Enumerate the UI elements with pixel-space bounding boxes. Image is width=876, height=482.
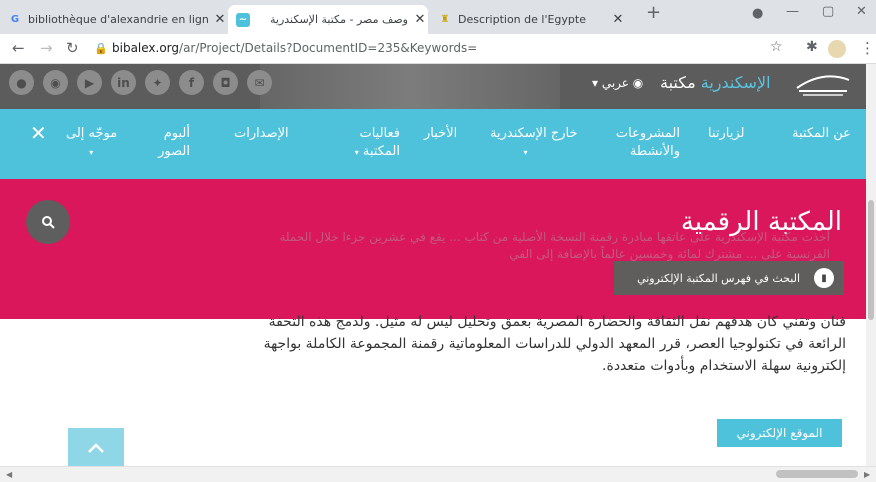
url-host: bibalex.org <box>112 41 180 55</box>
back-icon[interactable]: ← <box>12 39 25 57</box>
site-brand[interactable]: الإسكندرية مكتبة <box>660 73 771 92</box>
menu-kebab-icon[interactable]: ⋮ <box>860 39 875 57</box>
nav-item-photo-album[interactable]: ألبوم الصور <box>146 125 190 161</box>
nav-item-label: فعاليات المكتبة <box>359 126 400 159</box>
minimize-button[interactable]: — <box>786 4 799 19</box>
instagram-icon[interactable]: ◘ <box>213 70 238 95</box>
book-icon: ▮ <box>814 268 834 288</box>
close-icon[interactable]: ✕ <box>30 121 47 145</box>
archive-icon: ♜ <box>440 14 450 25</box>
google-icon: G <box>10 14 20 25</box>
scroll-to-top-button[interactable] <box>68 428 124 466</box>
nav-item-label: موجّه إلى <box>66 126 118 141</box>
vertical-scrollbar-thumb[interactable] <box>868 200 874 320</box>
catalog-search-label: البحث في فهرس المكتبة الإلكتروني <box>637 271 800 285</box>
bibalex-logo-icon[interactable] <box>793 70 853 100</box>
web-page: ● ◉ ▶ in ✦ f ◘ ✉ ▾ عربي ◉ الإسكندرية مكت… <box>0 64 866 466</box>
language-selector[interactable]: ▾ عربي ◉ <box>592 76 643 90</box>
chevron-down-icon: ▾ <box>354 148 359 157</box>
forward-icon[interactable]: → <box>40 39 53 57</box>
search-icon <box>42 216 55 229</box>
nav-item-outside[interactable]: خارج الإسكندرية ▾ <box>490 125 578 162</box>
extensions-icon[interactable]: ✱ <box>806 39 818 55</box>
page-title: المكتبة الرقمية <box>680 207 842 237</box>
browser-toolbar: ← → ↻ 🔒 bibalex.org/ar/Project/Details?D… <box>0 34 876 64</box>
main-nav: عن المكتبة لزيارتنا المشروعات والأنشطة خ… <box>0 109 866 179</box>
scroll-left-arrow-icon[interactable]: ◀ <box>6 470 12 479</box>
lock-icon: 🔒 <box>94 42 108 55</box>
twitter-icon[interactable]: ✦ <box>145 70 170 95</box>
horizontal-scrollbar-thumb[interactable] <box>776 470 858 478</box>
nav-item-about[interactable]: عن المكتبة <box>792 125 851 143</box>
catalog-search-button[interactable]: البحث في فهرس المكتبة الإلكتروني ▮ <box>614 261 844 295</box>
tab-title: وصف مصر - مكتبة الإسكندرية <box>270 13 408 26</box>
nav-item-news[interactable]: الأخبار <box>424 125 457 143</box>
facebook-icon[interactable]: f <box>179 70 204 95</box>
chevron-down-icon: ▾ <box>523 148 528 157</box>
tab-title: Description de l'Egypte <box>458 13 586 26</box>
description-paragraph: فنان وتقني كان هدفهم نقل الثقافة والحضار… <box>263 314 846 374</box>
close-icon[interactable]: ✕ <box>610 12 626 27</box>
nav-item-label: خارج الإسكندرية <box>490 126 578 141</box>
youtube-icon[interactable]: ▶ <box>77 70 102 95</box>
bookmark-star-icon[interactable]: ☆ <box>770 39 783 55</box>
brand-highlight: الإسكندرية <box>700 73 771 92</box>
chevron-up-icon <box>88 443 104 453</box>
nav-item-events[interactable]: فعاليات المكتبة ▾ <box>334 125 400 162</box>
url-path: /ar/Project/Details?DocumentID=235&Keywo… <box>179 41 478 55</box>
tab-google[interactable]: G bibliothèque d'alexandrie en ligne ✕ <box>0 5 228 34</box>
horizontal-scrollbar[interactable] <box>0 466 876 482</box>
reload-icon[interactable]: ↻ <box>66 39 79 57</box>
linkedin-icon[interactable]: in <box>111 70 136 95</box>
bibalex-icon: ~ <box>236 12 250 27</box>
window-close-button[interactable]: ✕ <box>856 4 867 19</box>
language-label: عربي <box>601 76 629 90</box>
account-icon[interactable]: ● <box>752 6 763 21</box>
close-icon[interactable]: ✕ <box>212 12 228 27</box>
maximize-button[interactable]: ▢ <box>822 4 834 19</box>
tab-bibalex[interactable]: ~ وصف مصر - مكتبة الإسكندرية ✕ <box>228 5 428 34</box>
brand-prefix: مكتبة <box>660 73 696 92</box>
instagram-pin-icon[interactable]: ● <box>9 70 34 95</box>
new-tab-button[interactable]: + <box>646 2 661 23</box>
site-topbar: ● ◉ ▶ in ✦ f ◘ ✉ ▾ عربي ◉ الإسكندرية مكت… <box>0 64 866 109</box>
browser-window: G bibliothèque d'alexandrie en ligne ✕ ~… <box>0 0 876 482</box>
email-icon[interactable]: ✉ <box>247 70 272 95</box>
profile-avatar[interactable] <box>828 40 846 58</box>
rss-icon[interactable]: ◉ <box>43 70 68 95</box>
tab-description[interactable]: ♜ Description de l'Egypte ✕ <box>430 5 626 34</box>
nav-item-publications[interactable]: الإصدارات <box>234 125 289 143</box>
chevron-down-icon: ▾ <box>89 148 94 157</box>
close-icon[interactable]: ✕ <box>412 12 428 27</box>
hero-banner: أخذت مكتبة الإسكندرية على عاتقها مبادرة … <box>0 179 866 319</box>
website-button[interactable]: الموقع الإلكتروني <box>717 419 842 447</box>
tab-strip: G bibliothèque d'alexandrie en ligne ✕ ~… <box>0 0 876 34</box>
scroll-right-arrow-icon[interactable]: ▶ <box>864 470 870 479</box>
search-button[interactable] <box>26 200 70 244</box>
nav-item-directed-to[interactable]: موجّه إلى ▾ <box>66 125 117 162</box>
nav-item-visit[interactable]: لزيارتنا <box>708 125 745 143</box>
tab-title: bibliothèque d'alexandrie en ligne <box>28 13 208 26</box>
header-background <box>260 64 560 109</box>
address-bar[interactable]: bibalex.org/ar/Project/Details?DocumentI… <box>112 41 477 55</box>
nav-item-projects[interactable]: المشروعات والأنشطة <box>610 125 680 161</box>
